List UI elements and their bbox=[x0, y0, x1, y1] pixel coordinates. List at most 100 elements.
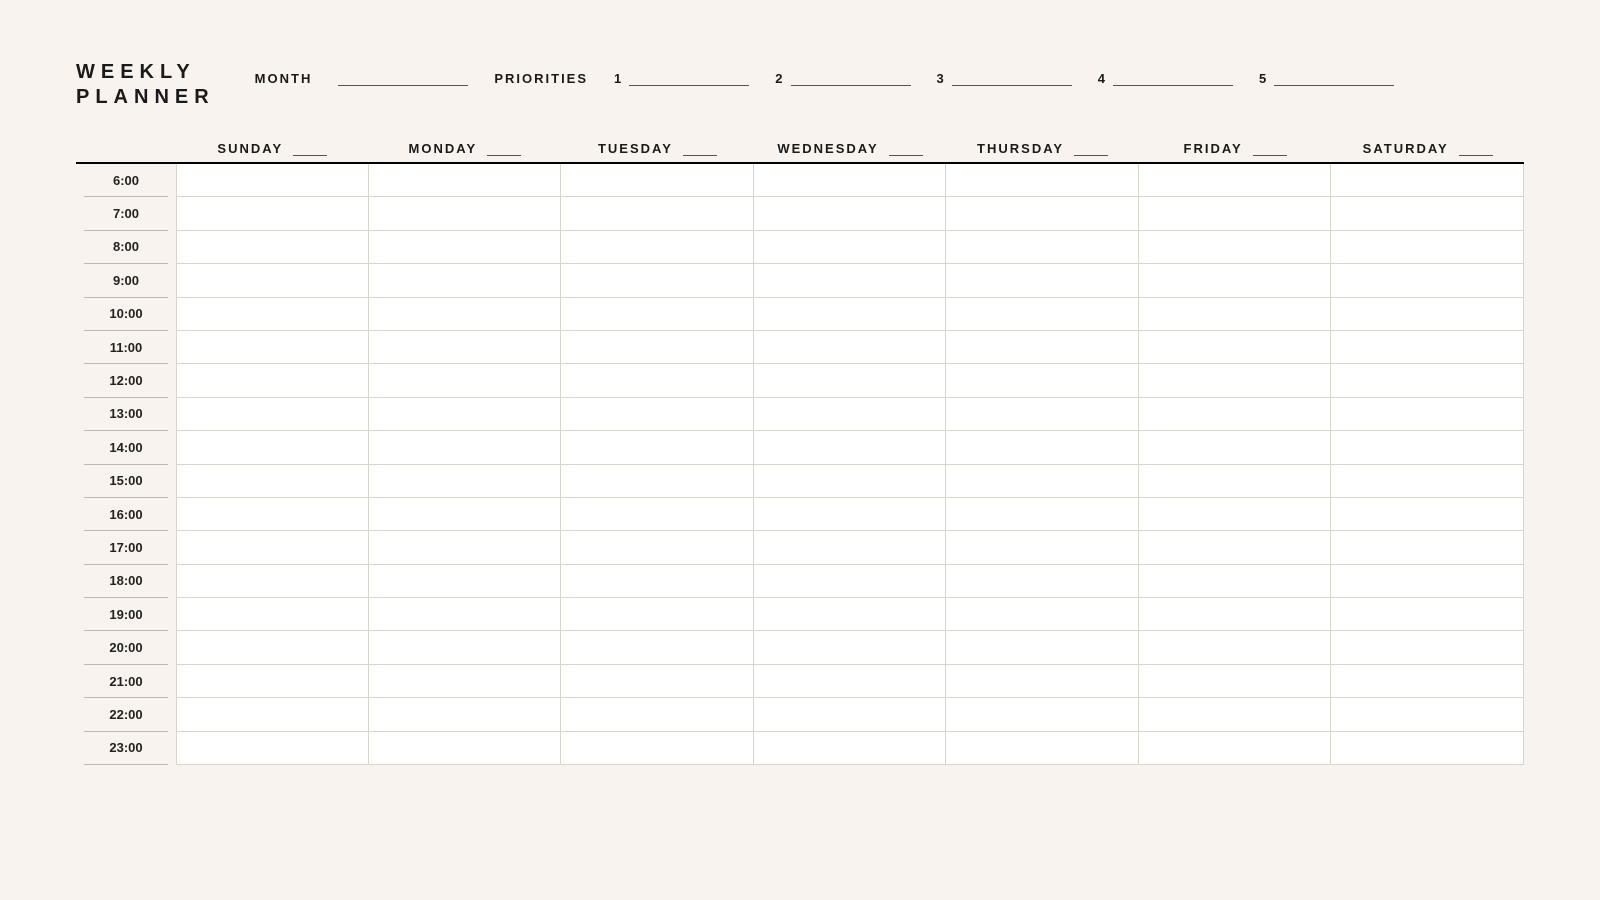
time-slot[interactable] bbox=[1331, 231, 1524, 264]
time-slot[interactable] bbox=[946, 732, 1139, 765]
time-slot[interactable] bbox=[1139, 565, 1332, 598]
time-slot[interactable] bbox=[946, 197, 1139, 230]
time-slot[interactable] bbox=[1139, 732, 1332, 765]
time-slot[interactable] bbox=[561, 498, 754, 531]
time-slot[interactable] bbox=[176, 431, 369, 464]
time-slot[interactable] bbox=[369, 498, 562, 531]
time-slot[interactable] bbox=[369, 531, 562, 564]
time-slot[interactable] bbox=[946, 398, 1139, 431]
time-slot[interactable] bbox=[1139, 298, 1332, 331]
time-slot[interactable] bbox=[176, 298, 369, 331]
time-slot[interactable] bbox=[176, 164, 369, 197]
time-slot[interactable] bbox=[561, 732, 754, 765]
time-slot[interactable] bbox=[754, 298, 947, 331]
time-slot[interactable] bbox=[176, 665, 369, 698]
time-slot[interactable] bbox=[369, 231, 562, 264]
time-slot[interactable] bbox=[1139, 398, 1332, 431]
day-date-monday[interactable] bbox=[487, 138, 521, 156]
time-slot[interactable] bbox=[561, 631, 754, 664]
time-slot[interactable] bbox=[946, 531, 1139, 564]
day-date-saturday[interactable] bbox=[1459, 138, 1493, 156]
time-slot[interactable] bbox=[946, 264, 1139, 297]
time-slot[interactable] bbox=[754, 264, 947, 297]
day-date-tuesday[interactable] bbox=[683, 138, 717, 156]
time-slot[interactable] bbox=[1139, 465, 1332, 498]
time-slot[interactable] bbox=[561, 164, 754, 197]
time-slot[interactable] bbox=[176, 598, 369, 631]
time-slot[interactable] bbox=[754, 531, 947, 564]
time-slot[interactable] bbox=[176, 465, 369, 498]
time-slot[interactable] bbox=[561, 598, 754, 631]
time-slot[interactable] bbox=[1331, 598, 1524, 631]
day-date-wednesday[interactable] bbox=[889, 138, 923, 156]
time-slot[interactable] bbox=[1139, 498, 1332, 531]
time-slot[interactable] bbox=[561, 698, 754, 731]
time-slot[interactable] bbox=[754, 197, 947, 230]
time-slot[interactable] bbox=[754, 164, 947, 197]
time-slot[interactable] bbox=[946, 298, 1139, 331]
time-slot[interactable] bbox=[369, 197, 562, 230]
time-slot[interactable] bbox=[176, 231, 369, 264]
time-slot[interactable] bbox=[946, 364, 1139, 397]
time-slot[interactable] bbox=[176, 331, 369, 364]
time-slot[interactable] bbox=[1331, 498, 1524, 531]
time-slot[interactable] bbox=[754, 398, 947, 431]
time-slot[interactable] bbox=[946, 631, 1139, 664]
time-slot[interactable] bbox=[561, 665, 754, 698]
time-slot[interactable] bbox=[561, 431, 754, 464]
time-slot[interactable] bbox=[1139, 197, 1332, 230]
time-slot[interactable] bbox=[754, 331, 947, 364]
priority-input-3[interactable] bbox=[952, 64, 1072, 86]
time-slot[interactable] bbox=[1139, 665, 1332, 698]
priority-input-4[interactable] bbox=[1113, 64, 1233, 86]
time-slot[interactable] bbox=[369, 398, 562, 431]
time-slot[interactable] bbox=[754, 465, 947, 498]
time-slot[interactable] bbox=[1139, 364, 1332, 397]
time-slot[interactable] bbox=[176, 197, 369, 230]
time-slot[interactable] bbox=[176, 698, 369, 731]
time-slot[interactable] bbox=[561, 465, 754, 498]
time-slot[interactable] bbox=[1331, 164, 1524, 197]
time-slot[interactable] bbox=[1139, 264, 1332, 297]
time-slot[interactable] bbox=[176, 631, 369, 664]
time-slot[interactable] bbox=[1331, 665, 1524, 698]
time-slot[interactable] bbox=[1139, 631, 1332, 664]
time-slot[interactable] bbox=[369, 698, 562, 731]
time-slot[interactable] bbox=[754, 498, 947, 531]
time-slot[interactable] bbox=[561, 298, 754, 331]
time-slot[interactable] bbox=[369, 264, 562, 297]
time-slot[interactable] bbox=[561, 364, 754, 397]
time-slot[interactable] bbox=[754, 565, 947, 598]
time-slot[interactable] bbox=[1331, 364, 1524, 397]
time-slot[interactable] bbox=[754, 631, 947, 664]
time-slot[interactable] bbox=[369, 331, 562, 364]
time-slot[interactable] bbox=[369, 364, 562, 397]
priority-input-1[interactable] bbox=[629, 64, 749, 86]
time-slot[interactable] bbox=[946, 698, 1139, 731]
time-slot[interactable] bbox=[1331, 398, 1524, 431]
time-slot[interactable] bbox=[176, 531, 369, 564]
time-slot[interactable] bbox=[369, 565, 562, 598]
time-slot[interactable] bbox=[1331, 298, 1524, 331]
time-slot[interactable] bbox=[946, 331, 1139, 364]
time-slot[interactable] bbox=[1331, 431, 1524, 464]
time-slot[interactable] bbox=[561, 565, 754, 598]
time-slot[interactable] bbox=[946, 164, 1139, 197]
time-slot[interactable] bbox=[754, 665, 947, 698]
time-slot[interactable] bbox=[946, 498, 1139, 531]
time-slot[interactable] bbox=[561, 231, 754, 264]
time-slot[interactable] bbox=[369, 665, 562, 698]
time-slot[interactable] bbox=[1331, 565, 1524, 598]
time-slot[interactable] bbox=[1139, 698, 1332, 731]
time-slot[interactable] bbox=[176, 264, 369, 297]
time-slot[interactable] bbox=[561, 398, 754, 431]
day-date-sunday[interactable] bbox=[293, 138, 327, 156]
time-slot[interactable] bbox=[754, 698, 947, 731]
time-slot[interactable] bbox=[946, 465, 1139, 498]
time-slot[interactable] bbox=[946, 431, 1139, 464]
time-slot[interactable] bbox=[946, 598, 1139, 631]
time-slot[interactable] bbox=[176, 398, 369, 431]
time-slot[interactable] bbox=[561, 197, 754, 230]
time-slot[interactable] bbox=[1331, 631, 1524, 664]
time-slot[interactable] bbox=[754, 231, 947, 264]
